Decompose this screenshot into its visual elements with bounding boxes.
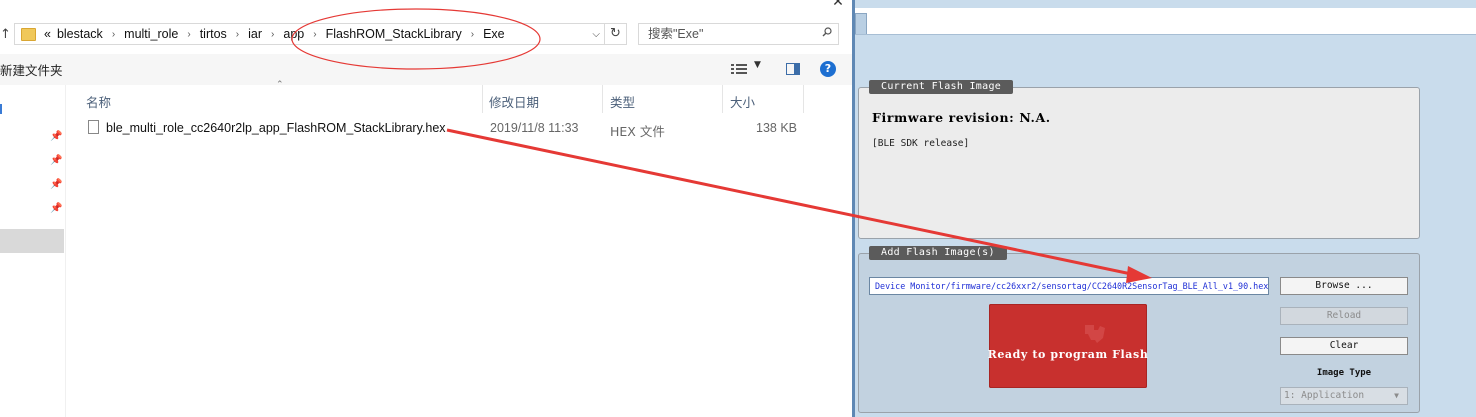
column-headers: 名称 修改日期 类型 大小 xyxy=(66,85,852,113)
chevron-down-icon: ▼ xyxy=(1394,391,1399,400)
preview-pane-icon[interactable] xyxy=(786,63,800,75)
column-header-type[interactable]: 类型 xyxy=(610,92,635,111)
view-dropdown-icon[interactable]: ▼ xyxy=(754,60,761,70)
breadcrumb-separator[interactable]: › xyxy=(465,29,480,40)
pin-icon[interactable]: 📌 xyxy=(50,203,62,215)
column-header-size[interactable]: 大小 xyxy=(730,92,755,111)
new-folder-button[interactable]: 新建文件夹 xyxy=(0,60,63,79)
search-placeholder: 搜索"Exe" xyxy=(648,27,704,41)
column-divider[interactable] xyxy=(482,85,483,113)
window-border xyxy=(852,0,855,417)
ti-logo-icon xyxy=(1085,325,1105,343)
add-flash-image-group: Add Flash Image(s) Device Monitor/firmwa… xyxy=(858,246,1420,413)
current-flash-image-group: Current Flash Image Firmware revision: N… xyxy=(858,80,1420,239)
breadcrumb-separator[interactable]: › xyxy=(181,29,196,40)
explorer-toolbar xyxy=(0,54,852,85)
pin-icon[interactable]: 📌 xyxy=(50,131,62,143)
tab-strip xyxy=(855,8,1476,35)
file-type: HEX 文件 xyxy=(610,124,665,139)
breadcrumb-item[interactable]: multi_role xyxy=(121,27,181,41)
breadcrumb-separator[interactable]: › xyxy=(265,29,280,40)
file-name[interactable]: ble_multi_role_cc2640r2lp_app_FlashROM_S… xyxy=(106,121,446,135)
column-divider[interactable] xyxy=(803,85,804,113)
folder-icon xyxy=(21,27,36,41)
column-divider[interactable] xyxy=(722,85,723,113)
file-explorer-window: ✕ ↑ « blestack › multi_role › tirtos › i… xyxy=(0,0,852,417)
image-type-select[interactable]: 1: Application ▼ xyxy=(1280,387,1408,405)
up-arrow-icon[interactable]: ↑ xyxy=(0,26,11,44)
browse-button[interactable]: Browse ... xyxy=(1280,277,1408,295)
search-input[interactable]: 搜索"Exe" xyxy=(638,23,839,45)
file-icon xyxy=(88,120,99,134)
image-path-field[interactable]: Device Monitor/firmware/cc26xxr2/sensort… xyxy=(869,277,1269,295)
search-icon xyxy=(822,27,832,37)
reload-button[interactable]: Reload xyxy=(1280,307,1408,325)
status-text: Ready to program Flash xyxy=(987,348,1149,361)
breadcrumb-item[interactable]: tirtos xyxy=(197,27,230,41)
file-size: 138 KB xyxy=(756,121,798,135)
sdk-release: [BLE SDK release] xyxy=(872,138,970,149)
window-top-bar xyxy=(855,0,1476,8)
tab-active[interactable] xyxy=(855,13,867,34)
image-type-label: Image Type xyxy=(1316,368,1372,378)
firmware-revision: Firmware revision: N.A. xyxy=(872,110,1051,125)
table-row[interactable]: ble_multi_role_cc2640r2lp_app_FlashROM_S… xyxy=(66,117,826,141)
group-title: Current Flash Image xyxy=(869,80,1014,94)
breadcrumb-item[interactable]: app xyxy=(280,27,307,41)
breadcrumb-overflow[interactable]: « xyxy=(41,27,54,41)
chevron-down-icon[interactable]: ⌵ xyxy=(588,29,604,40)
file-modified: 2019/11/8 11:33 xyxy=(490,121,579,135)
pin-icon[interactable]: 📌 xyxy=(50,155,62,167)
address-bar[interactable]: « blestack › multi_role › tirtos › iar ›… xyxy=(14,23,605,45)
breadcrumb-item[interactable]: blestack xyxy=(54,27,106,41)
breadcrumb-separator[interactable]: › xyxy=(230,29,245,40)
pin-icon[interactable]: 📌 xyxy=(50,179,62,191)
close-icon[interactable]: ✕ xyxy=(828,0,848,10)
group-title: Add Flash Image(s) xyxy=(869,246,1007,260)
program-flash-button[interactable] xyxy=(989,304,1147,388)
image-type-value: 1: Application xyxy=(1284,390,1365,401)
nav-selected-item[interactable] xyxy=(0,229,64,253)
column-header-modified[interactable]: 修改日期 xyxy=(489,92,539,111)
nav-indicator xyxy=(0,104,2,114)
help-icon[interactable]: ? xyxy=(820,61,836,77)
column-divider[interactable] xyxy=(602,85,603,113)
breadcrumb-item[interactable]: Exe xyxy=(480,27,508,41)
column-header-name[interactable]: 名称 xyxy=(86,92,111,111)
breadcrumb-separator[interactable]: › xyxy=(307,29,322,40)
breadcrumb-separator[interactable]: › xyxy=(106,29,121,40)
view-options-icon[interactable] xyxy=(731,63,747,75)
breadcrumb-item[interactable]: FlashROM_StackLibrary xyxy=(323,27,465,41)
breadcrumb-item[interactable]: iar xyxy=(245,27,265,41)
refresh-icon[interactable]: ↻ xyxy=(605,23,627,45)
clear-button[interactable]: Clear xyxy=(1280,337,1408,355)
